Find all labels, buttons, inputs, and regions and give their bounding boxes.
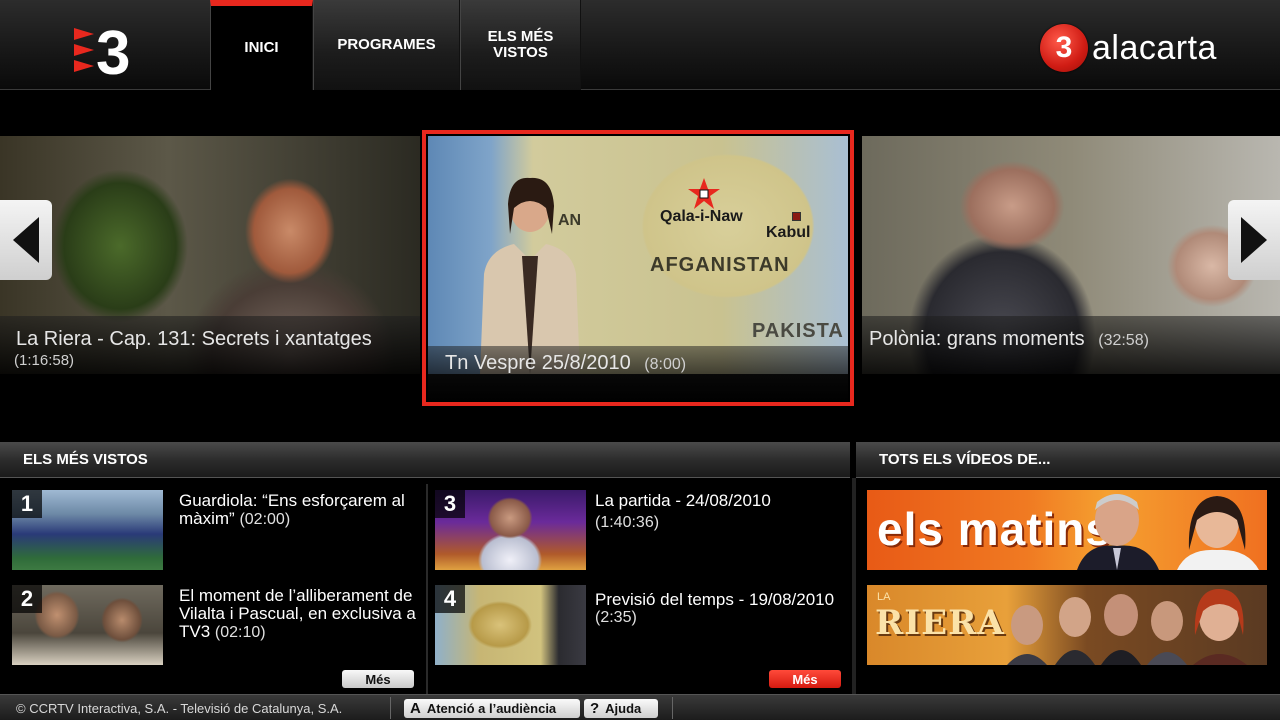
map-label: PAKISTA [752, 320, 844, 342]
slide-title: Tn Vespre 25/8/2010 (8:00) [445, 352, 687, 374]
video-duration: (2:35) [595, 609, 637, 626]
top-header: 3 INICI PROGRAMES ELS MÉS VISTOS 3 alaca… [0, 0, 1280, 90]
most-viewed-item[interactable]: 2 El moment de l’alliberament de Vilalta… [12, 585, 422, 667]
copyright-text: © CCRTV Interactiva, S.A. - Televisió de… [16, 701, 343, 716]
divider [672, 697, 673, 719]
video-info: El moment de l’alliberament de Vilalta i… [179, 587, 419, 642]
program-logo-text: RIERA [875, 603, 1005, 643]
rank-badge: 4 [435, 585, 465, 613]
cast-image [1007, 589, 1247, 665]
tab-label: PROGRAMES [337, 36, 436, 53]
carousel-next-button[interactable] [1228, 200, 1280, 280]
program-banner-els-matins[interactable]: els matins [867, 490, 1267, 570]
carousel-slide-1[interactable]: La Riera - Cap. 131: Secrets i xantatges… [0, 136, 420, 374]
tab-programes[interactable]: PROGRAMES [313, 0, 460, 90]
rank-badge: 3 [435, 490, 465, 518]
arrow-right-icon [1241, 217, 1267, 263]
map-label: AFGANISTAN [650, 254, 790, 276]
tv3-badge-icon: 3 [1040, 24, 1088, 72]
most-viewed-item[interactable]: 3 La partida - 24/08/2010 (1:40:36) [435, 490, 845, 572]
slide-duration: (32:58) [1098, 332, 1149, 349]
button-label: Atenció a l’audiència [426, 701, 557, 716]
accessibility-icon: A [410, 700, 421, 717]
tab-label: ELS MÉS VISTOS [487, 28, 554, 61]
more-most-viewed-button[interactable]: Més [769, 670, 841, 688]
section-header-most-viewed: ELS MÉS VISTOS [0, 442, 850, 478]
video-title: La partida - 24/08/2010 [595, 491, 771, 510]
map-label: AN [558, 212, 582, 229]
most-viewed-item[interactable]: 4 Previsió del temps - 19/08/2010 (2:35) [435, 585, 845, 667]
video-info: Guardiola: “Ens esforçarem al màxim” (02… [179, 492, 439, 529]
most-viewed-item[interactable]: 1 Guardiola: “Ens esforçarem al màxim” (… [12, 490, 422, 572]
video-thumbnail: 4 [435, 585, 586, 665]
program-banner-la-riera[interactable]: LA RIERA [867, 585, 1267, 665]
presenter-image [480, 177, 580, 374]
slide-title: La Riera - Cap. 131: Secrets i xantatges [16, 328, 372, 350]
video-title: Previsió del temps - 19/08/2010 [595, 590, 835, 609]
video-duration: (02:00) [239, 511, 291, 528]
section-header-all-videos: TOTS ELS VÍDEOS DE... [856, 442, 1280, 478]
help-button[interactable]: ? Ajuda [584, 699, 658, 718]
city-marker-icon [792, 212, 801, 221]
alacarta-logo[interactable]: 3 alacarta [1040, 24, 1217, 72]
video-info: Previsió del temps - 19/08/2010 (2:35) [595, 591, 855, 627]
slide-duration: (1:16:58) [14, 352, 75, 369]
video-thumbnail: 2 [12, 585, 163, 665]
svg-text:3: 3 [96, 19, 130, 78]
slide-caption: Polònia: grans moments (32:58) [862, 316, 1280, 374]
footer: © CCRTV Interactiva, S.A. - Televisió de… [0, 694, 1280, 720]
more-button[interactable]: Més [342, 670, 414, 688]
video-duration: (1:40:36) [595, 514, 660, 531]
slide-caption: La Riera - Cap. 131: Secrets i xantatges… [0, 316, 420, 374]
divider [390, 697, 391, 719]
slide-caption: Tn Vespre 25/8/2010 (8:00) [428, 346, 848, 404]
rank-badge: 1 [12, 490, 42, 518]
featured-carousel: La Riera - Cap. 131: Secrets i xantatges… [0, 130, 1280, 406]
brand-text: alacarta [1092, 28, 1217, 67]
help-icon: ? [590, 700, 600, 717]
video-info: La partida - 24/08/2010 (1:40:36) [595, 492, 855, 532]
tab-label: INICI [244, 39, 279, 56]
rank-badge: 2 [12, 585, 42, 613]
button-label: Ajuda [605, 701, 642, 716]
tv3-logo[interactable]: 3 [72, 18, 147, 78]
carousel-slide-3[interactable]: Polònia: grans moments (32:58) [862, 136, 1280, 374]
video-title: Guardiola: “Ens esforçarem al màxim” [179, 491, 405, 528]
program-logo-prefix: LA [877, 591, 891, 603]
map-label: Qala-i-Naw [660, 208, 743, 225]
carousel-slide-2[interactable]: AN Qala-i-Naw Kabul AFGANISTAN PAKISTA [428, 136, 848, 374]
carousel-prev-button[interactable] [0, 200, 52, 280]
presenters-image [1077, 494, 1259, 570]
arrow-left-icon [13, 217, 39, 263]
slide-title: Polònia: grans moments (32:58) [869, 328, 1149, 350]
tab-inici[interactable]: INICI [210, 0, 313, 90]
tab-els-mes-vistos[interactable]: ELS MÉS VISTOS [460, 0, 581, 90]
map-label: Kabul [766, 224, 811, 241]
slide-duration: (8:00) [644, 356, 687, 373]
video-thumbnail: 3 [435, 490, 586, 570]
star-marker-icon [688, 178, 720, 209]
video-thumbnail: 1 [12, 490, 163, 570]
video-duration: (02:10) [214, 624, 266, 641]
audience-support-button[interactable]: A Atenció a l’audiència [404, 699, 580, 718]
